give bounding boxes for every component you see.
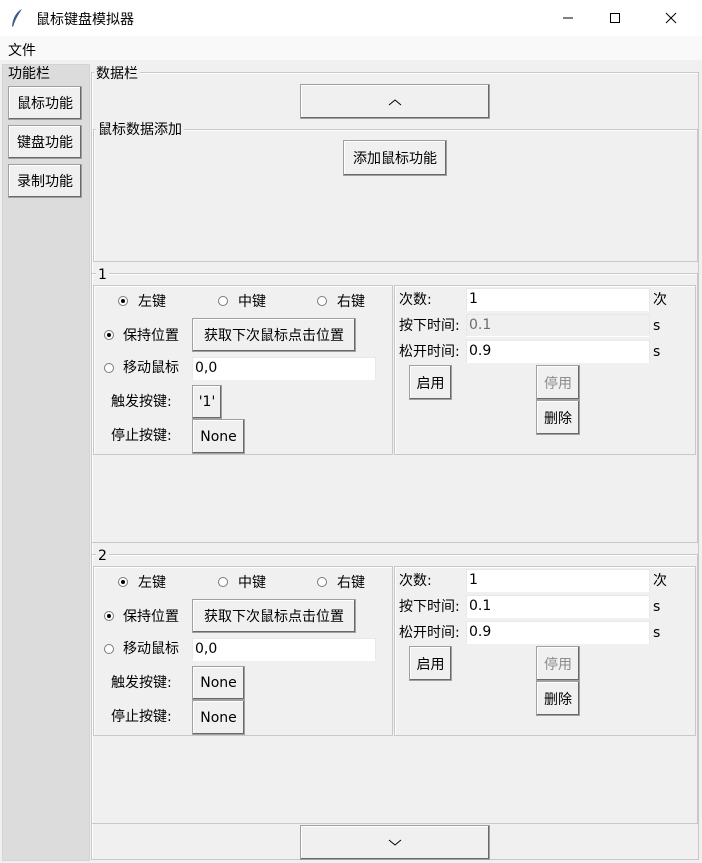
count-input[interactable]: 1 — [466, 569, 650, 592]
count-unit: 次 — [653, 573, 667, 589]
release-time-label: 松开时间: — [399, 344, 460, 360]
menu-file[interactable]: 文件 — [8, 40, 36, 60]
delete-button[interactable]: 删除 — [536, 681, 580, 716]
chevron-down-icon — [388, 839, 402, 846]
enable-button[interactable]: 启用 — [409, 646, 452, 681]
stop-key-button[interactable]: None — [192, 419, 245, 454]
middle-button-label: 中键 — [238, 294, 266, 310]
trigger-key-button[interactable]: '1' — [192, 385, 222, 419]
feather-icon — [10, 8, 24, 28]
get-position-button[interactable]: 获取下次鼠标点击位置 — [192, 318, 356, 352]
release-time-label: 松开时间: — [399, 625, 460, 641]
item-id-2: 2 — [96, 548, 109, 564]
move-mouse-label: 移动鼠标 — [123, 360, 179, 376]
keep-position-label: 保持位置 — [123, 328, 179, 344]
sidebar-title: 功能栏 — [6, 66, 52, 82]
maximize-icon — [610, 13, 620, 23]
move-mouse-radio[interactable] — [104, 644, 114, 654]
chevron-up-icon — [388, 98, 402, 105]
left-button-label: 左键 — [138, 294, 166, 310]
middle-button-radio[interactable] — [218, 577, 228, 587]
maximize-button[interactable] — [592, 0, 638, 36]
add-section-title: 鼠标数据添加 — [96, 122, 184, 138]
count-label: 次数: — [399, 292, 432, 308]
disable-button[interactable]: 停用 — [536, 365, 580, 400]
window-title: 鼠标键盘模拟器 — [36, 12, 134, 28]
press-time-label: 按下时间: — [399, 599, 460, 615]
close-icon — [665, 12, 677, 24]
press-time-label: 按下时间: — [399, 318, 460, 334]
record-function-button[interactable]: 录制功能 — [8, 164, 82, 198]
move-coords-input[interactable]: 0,0 — [192, 357, 376, 380]
add-mouse-function-button[interactable]: 添加鼠标功能 — [343, 140, 447, 176]
left-button-radio[interactable] — [118, 577, 128, 587]
left-button-radio[interactable] — [118, 296, 128, 306]
release-time-unit: s — [653, 344, 661, 360]
trigger-key-label: 触发按键: — [111, 675, 172, 691]
disable-button[interactable]: 停用 — [536, 646, 580, 681]
move-coords-input[interactable]: 0,0 — [192, 638, 376, 661]
middle-button-radio[interactable] — [218, 296, 228, 306]
release-time-input[interactable]: 0.9 — [466, 621, 650, 644]
trigger-key-label: 触发按键: — [111, 394, 172, 410]
menu-bar: 文件 — [0, 36, 702, 60]
enable-button[interactable]: 启用 — [409, 365, 452, 400]
press-time-unit: s — [653, 599, 661, 615]
stop-key-label: 停止按键: — [111, 428, 172, 444]
minimize-button[interactable] — [545, 0, 591, 36]
minimize-icon — [563, 17, 573, 19]
press-time-input[interactable]: 0.1 — [466, 314, 650, 337]
right-button-label: 右键 — [337, 294, 365, 310]
get-position-button[interactable]: 获取下次鼠标点击位置 — [192, 599, 356, 633]
press-time-input[interactable]: 0.1 — [466, 595, 650, 618]
keep-position-radio[interactable] — [104, 611, 114, 621]
middle-button-label: 中键 — [238, 575, 266, 591]
left-button-label: 左键 — [138, 575, 166, 591]
keep-position-label: 保持位置 — [123, 609, 179, 625]
stop-key-label: 停止按键: — [111, 709, 172, 725]
scroll-down-button[interactable] — [300, 825, 490, 860]
keep-position-radio[interactable] — [104, 330, 114, 340]
scroll-up-button[interactable] — [300, 84, 490, 119]
trigger-key-button[interactable]: None — [192, 666, 245, 700]
data-panel-title: 数据栏 — [94, 66, 140, 82]
count-input[interactable]: 1 — [466, 288, 650, 311]
move-mouse-radio[interactable] — [104, 363, 114, 373]
mouse-function-button[interactable]: 鼠标功能 — [8, 86, 82, 120]
move-mouse-label: 移动鼠标 — [123, 641, 179, 657]
press-time-unit: s — [653, 318, 661, 334]
keyboard-function-button[interactable]: 键盘功能 — [8, 125, 82, 159]
release-time-unit: s — [653, 625, 661, 641]
delete-button[interactable]: 删除 — [536, 400, 580, 435]
right-button-label: 右键 — [337, 575, 365, 591]
stop-key-button[interactable]: None — [192, 700, 245, 735]
count-label: 次数: — [399, 573, 432, 589]
count-unit: 次 — [653, 292, 667, 308]
item-id-1: 1 — [96, 267, 109, 283]
title-bar: 鼠标键盘模拟器 — [0, 0, 702, 36]
right-button-radio[interactable] — [317, 577, 327, 587]
right-button-radio[interactable] — [317, 296, 327, 306]
release-time-input[interactable]: 0.9 — [466, 340, 650, 363]
close-button[interactable] — [648, 0, 694, 36]
